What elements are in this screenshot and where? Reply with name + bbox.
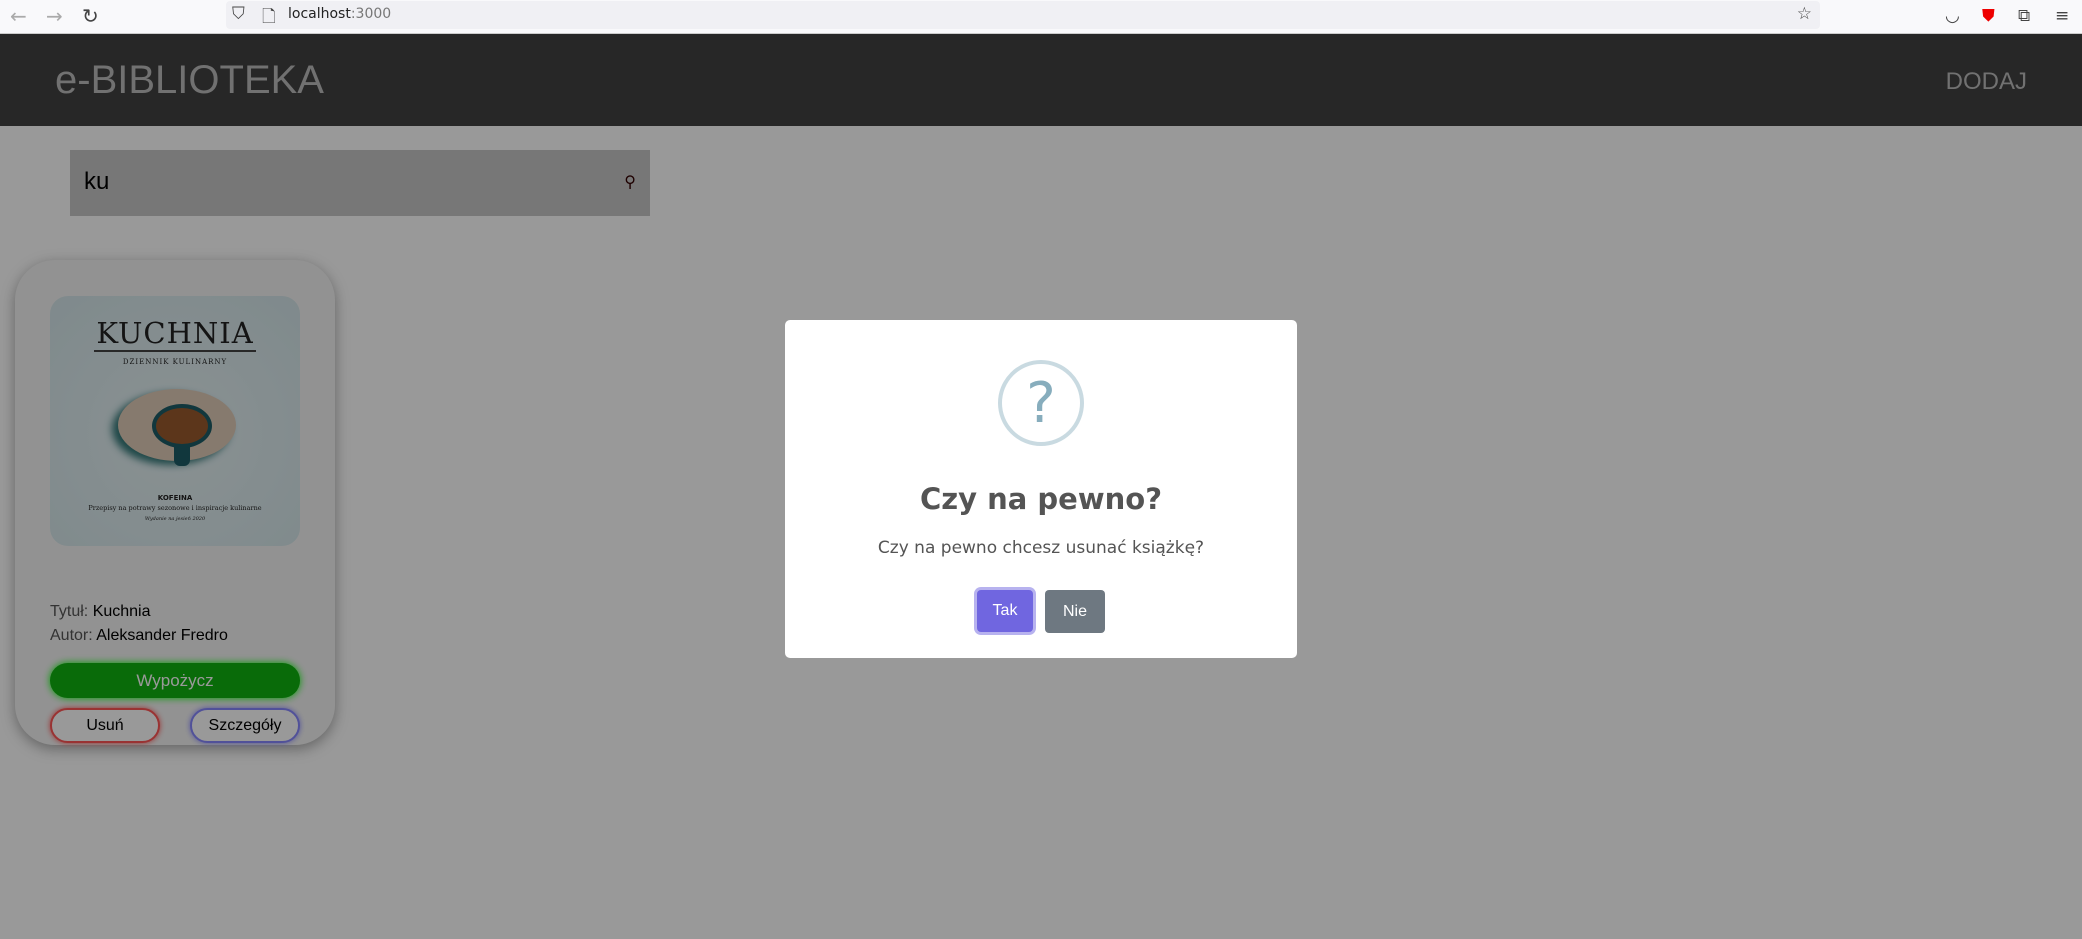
back-icon[interactable]: ← (10, 4, 27, 28)
page-icon: 🗋 (262, 7, 276, 27)
pocket-icon[interactable]: ◡ (1945, 6, 1960, 26)
address-bar[interactable]: ⛉ 🗋 localhost:3000 ☆ (226, 1, 1820, 29)
question-icon: ? (998, 360, 1084, 446)
forward-icon[interactable]: → (46, 4, 63, 28)
url-host: localhost (288, 6, 351, 22)
bookmark-star-icon[interactable]: ☆ (1797, 4, 1812, 24)
confirm-button[interactable]: Tak (977, 590, 1033, 632)
url-port: :3000 (350, 6, 392, 22)
browser-toolbar: ← → ↻ ⛉ 🗋 localhost:3000 ☆ ◡ ⛊ ⧉ ≡ (0, 0, 2082, 34)
ublock-icon[interactable]: ⛊ (1982, 6, 1995, 26)
extensions-icon[interactable]: ⧉ (2018, 6, 2030, 26)
menu-icon[interactable]: ≡ (2055, 6, 2069, 26)
reload-icon[interactable]: ↻ (82, 4, 99, 28)
cancel-button[interactable]: Nie (1045, 590, 1105, 633)
dialog-title: Czy na pewno? (919, 482, 1163, 516)
shield-icon[interactable]: ⛉ (232, 4, 245, 24)
dialog-text: Czy na pewno chcesz usunać książkę? (877, 538, 1205, 558)
confirm-dialog: ? Czy na pewno? Czy na pewno chcesz usun… (785, 320, 1297, 658)
